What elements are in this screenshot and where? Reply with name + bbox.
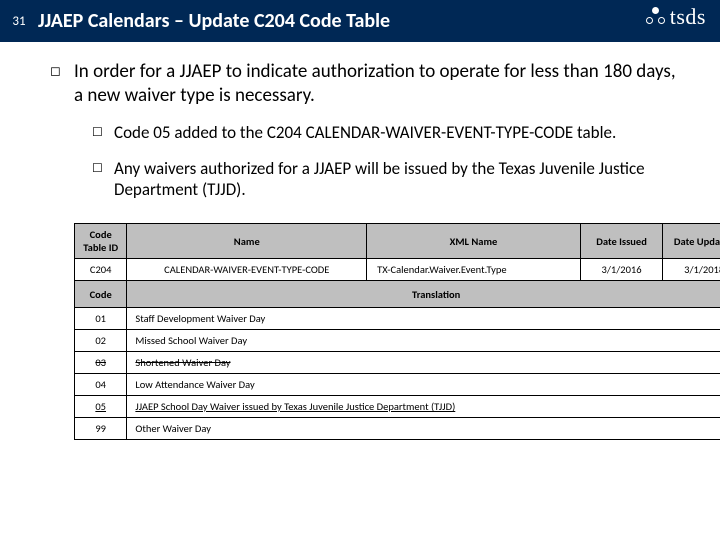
cell-code: 04 (75, 374, 127, 396)
th-xml-name: XML Name (367, 224, 581, 259)
sub-bullet-1-text: Code 05 added to the C204 CALENDAR-WAIVE… (114, 122, 616, 144)
square-bullet-icon: ◻ (50, 60, 74, 84)
slide-title: JJAEP Calendars – Update C204 Code Table (38, 0, 390, 42)
cell-translation: Low Attendance Waiver Day (127, 374, 720, 396)
logo-text: tsds (670, 4, 706, 30)
sub-bullet-1: ☐ Code 05 added to the C204 CALENDAR-WAI… (92, 122, 684, 144)
cell-code: 05 (75, 396, 127, 418)
cell-translation: Missed School Waiver Day (127, 330, 720, 352)
sub-bullet-2: ☐ Any waivers authorized for a JJAEP wil… (92, 158, 684, 202)
main-bullet-text: In order for a JJAEP to indicate authori… (74, 60, 684, 108)
table-row: C204 CALENDAR-WAIVER-EVENT-TYPE-CODE TX-… (75, 259, 720, 281)
main-bullet: ◻ In order for a JJAEP to indicate autho… (50, 60, 684, 108)
tsds-logo: tsds (646, 4, 706, 30)
cell-code: 02 (75, 330, 127, 352)
cell-translation: Staff Development Waiver Day (127, 308, 720, 330)
checkbox-icon: ☐ (92, 158, 114, 180)
cell-translation: JJAEP School Day Waiver issued by Texas … (127, 396, 720, 418)
th-translation: Translation (127, 281, 720, 308)
slide-header: 31 JJAEP Calendars – Update C204 Code Ta… (0, 0, 720, 42)
cell-code: 01 (75, 308, 127, 330)
cell-id: C204 (75, 259, 127, 281)
table-header-row: Code Table ID Name XML Name Date Issued … (75, 224, 720, 259)
th-date-updated: Date Updated (663, 224, 720, 259)
sub-bullet-list: ☐ Code 05 added to the C204 CALENDAR-WAI… (92, 122, 684, 202)
cell-translation: Other Waiver Day (127, 418, 720, 440)
cell-xml: TX-Calendar.Waiver.Event.Type (367, 259, 581, 281)
th-name: Name (127, 224, 367, 259)
th-code: Code (75, 281, 127, 308)
table-row: 05 JJAEP School Day Waiver issued by Tex… (75, 396, 720, 418)
cell-translation: Shortened Waiver Day (127, 352, 720, 374)
table-row: 03 Shortened Waiver Day (75, 352, 720, 374)
cell-date-issued: 3/1/2016 (580, 259, 663, 281)
table-row: 01 Staff Development Waiver Day (75, 308, 720, 330)
cell-name: CALENDAR-WAIVER-EVENT-TYPE-CODE (127, 259, 367, 281)
logo-dots-icon (646, 7, 666, 27)
table-row: 04 Low Attendance Waiver Day (75, 374, 720, 396)
code-table: Code Table ID Name XML Name Date Issued … (74, 223, 720, 440)
sub-bullet-2-text: Any waivers authorized for a JJAEP will … (114, 158, 684, 202)
th-date-issued: Date Issued (580, 224, 663, 259)
cell-code: 03 (75, 352, 127, 374)
cell-code: 99 (75, 418, 127, 440)
th-code-table-id: Code Table ID (75, 224, 127, 259)
table-row: 99 Other Waiver Day (75, 418, 720, 440)
slide-body: ◻ In order for a JJAEP to indicate autho… (0, 42, 720, 440)
cell-date-updated: 3/1/2018 (663, 259, 720, 281)
checkbox-icon: ☐ (92, 122, 114, 144)
translation-header-row: Code Translation (75, 281, 720, 308)
page-number: 31 (0, 0, 38, 42)
table-row: 02 Missed School Waiver Day (75, 330, 720, 352)
